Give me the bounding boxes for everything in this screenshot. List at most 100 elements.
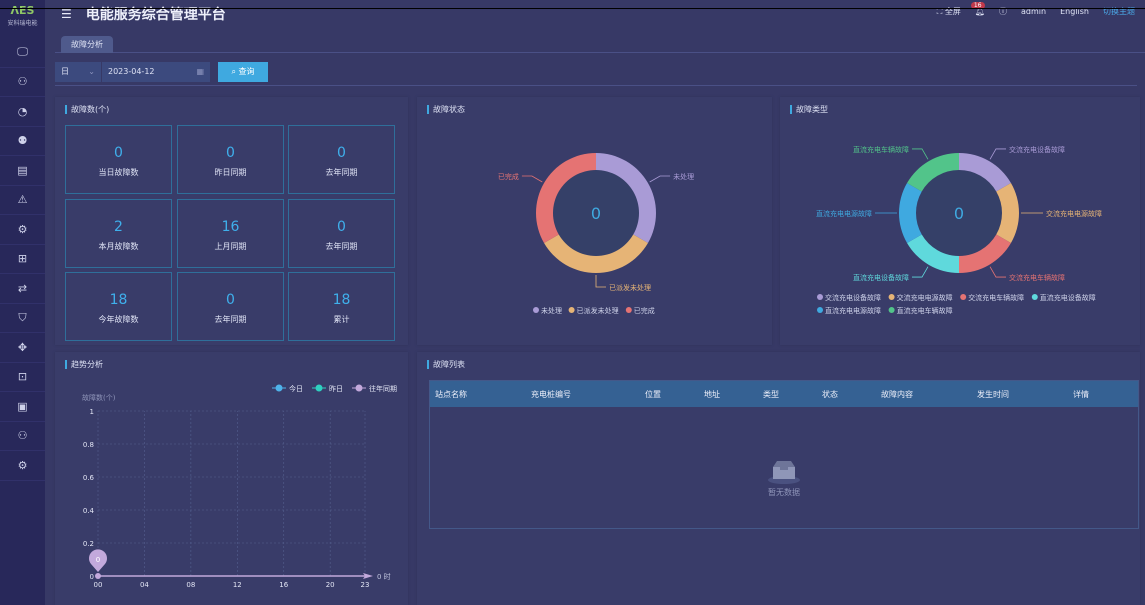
column-header[interactable]: 故障内容	[876, 389, 972, 400]
legend-item[interactable]: 直流充电电源故障	[817, 306, 881, 315]
users-icon[interactable]: ⚉	[0, 127, 45, 156]
empty-state: 暂无数据	[430, 459, 1138, 498]
empty-box-icon	[768, 461, 800, 484]
stat-label: 累计	[333, 315, 350, 324]
x-tick-label: 16	[279, 581, 288, 589]
legend-item[interactable]: 交流充电设备故障	[817, 293, 881, 302]
x-tick-label: 00	[94, 581, 103, 589]
network-icon[interactable]: ⚇	[0, 68, 45, 97]
stat-value: 18	[109, 292, 128, 308]
legend-dot	[960, 294, 967, 300]
legend-dot	[817, 294, 823, 300]
logo-text: 安科瑞电能	[7, 20, 38, 27]
x-tick-label: 20	[326, 581, 335, 589]
column-header[interactable]: 位置	[640, 389, 699, 400]
stat-label: 本月故障数	[98, 242, 139, 251]
legend-dot	[1031, 294, 1038, 300]
stat-label: 当日故障数	[98, 168, 139, 177]
column-header[interactable]: 发生时间	[972, 389, 1068, 400]
label-line	[912, 266, 929, 278]
date-picker[interactable]: 2023-04-12 ▦	[102, 62, 210, 82]
header: ☰ 电能服务综合管理平台 ⛶ 全屏 🔔︎ 16 ⓘ admin English 切…	[45, 0, 1145, 28]
settings-icon[interactable]: ⚙︎	[0, 451, 45, 481]
label-line	[649, 175, 671, 183]
gift-icon[interactable]: ⊞	[0, 245, 45, 274]
column-header[interactable]: 状态	[817, 389, 876, 400]
warning-icon[interactable]: ⚠︎	[0, 186, 45, 215]
label-line	[521, 175, 543, 183]
y-tick-label: 0.8	[83, 441, 94, 449]
legend-label: 昨日	[329, 384, 343, 393]
stat-label: 上月同期	[214, 242, 247, 251]
legend-item[interactable]: 交流充电车辆故障	[960, 293, 1024, 302]
stat-card: 0 去年同期	[177, 272, 284, 341]
topology-icon[interactable]: ⚇	[0, 422, 45, 451]
legend-item[interactable]: 交流充电电源故障	[888, 293, 953, 302]
center-value: 0	[591, 204, 601, 223]
pie-chart-icon[interactable]: ◔	[0, 97, 45, 127]
legend-item[interactable]: 直流充电车辆故障	[888, 306, 953, 315]
legend-label: 交流充电车辆故障	[968, 293, 1024, 302]
slice-label: 直流充电车辆故障	[853, 145, 909, 154]
slice-label: 已完成	[498, 172, 519, 181]
legend-label: 往年同期	[369, 384, 397, 393]
shield-icon[interactable]: ⛉	[0, 304, 45, 333]
query-button[interactable]: ⌕ 查询	[218, 62, 268, 82]
stat-label: 昨日同期	[214, 168, 247, 177]
legend-label: 交流充电设备故障	[825, 293, 881, 302]
fault-count-panel: 故障数(个) 0 当日故障数 0 昨日同期 0 去年同期 2 本月故障数 16 上月同期 0 去年同期…	[55, 97, 408, 345]
column-header[interactable]: 详情	[1068, 389, 1128, 400]
stat-card: 0 昨日同期	[177, 125, 284, 194]
y-tick-label: 0	[90, 573, 94, 581]
search-icon: ⌕	[231, 67, 236, 76]
stat-value: 18	[332, 292, 351, 308]
fault-list-panel: 故障列表 站点名称 充电桩编号 位置 地址 类型 状态 故障内容 发生时间 详情 暂无数据	[417, 352, 1140, 605]
label-line	[912, 148, 929, 160]
label-line	[595, 275, 606, 288]
stat-value: 0	[337, 145, 346, 161]
legend-dot	[568, 307, 575, 313]
menu-toggle-icon[interactable]: ☰	[61, 7, 72, 21]
logo: ΛES 安科瑞电能	[0, 0, 45, 38]
legend-label: 交流充电电源故障	[897, 293, 953, 302]
chevron-down-icon: ⌄	[88, 67, 95, 76]
meter-icon[interactable]: ⊡	[0, 363, 45, 392]
column-header[interactable]: 地址	[699, 389, 758, 400]
slice-label: 直流充电电源故障	[816, 209, 872, 218]
legend-item[interactable]: 昨日	[312, 384, 343, 393]
legend-label: 直流充电设备故障	[1040, 293, 1096, 302]
stat-value: 0	[337, 219, 346, 235]
slice-label: 直流充电设备故障	[853, 273, 909, 282]
fault-table: 站点名称 充电桩编号 位置 地址 类型 状态 故障内容 发生时间 详情 暂无数据	[429, 380, 1139, 529]
x-tick-label: 08	[186, 581, 195, 589]
legend-item[interactable]: 未处理	[533, 306, 562, 315]
x-tick-label: 12	[233, 581, 242, 589]
transfer-icon[interactable]: ⇄	[0, 274, 45, 304]
legend-label: 直流充电电源故障	[825, 306, 881, 315]
legend-dot	[817, 307, 823, 313]
gear-alert-icon[interactable]: ⚙︎	[0, 215, 45, 245]
legend-item[interactable]: 往年同期	[352, 384, 397, 393]
period-select[interactable]: 日 ⌄	[55, 62, 101, 82]
y-axis-label: 故障数(个)	[82, 393, 116, 402]
stat-label: 去年同期	[325, 242, 358, 251]
legend-item[interactable]: 今日	[272, 384, 303, 393]
column-header[interactable]: 充电桩编号	[526, 389, 640, 400]
tab-fault-analysis[interactable]: 故障分析	[61, 36, 113, 53]
label-line	[989, 266, 1006, 278]
data-point[interactable]	[95, 573, 101, 579]
legend-dot	[533, 307, 539, 313]
legend-dot	[315, 384, 323, 392]
legend-label: 未处理	[541, 306, 562, 315]
server-icon[interactable]: ▣	[0, 392, 45, 422]
column-header[interactable]: 类型	[758, 389, 817, 400]
empty-text: 暂无数据	[768, 488, 800, 497]
legend-item[interactable]: 直流充电设备故障	[1031, 293, 1096, 302]
device-icon[interactable]: ✥	[0, 333, 45, 363]
legend-item[interactable]: 已完成	[625, 306, 655, 315]
monitor-icon[interactable]: 🖵︎	[0, 38, 45, 68]
x-tick-label: 04	[140, 581, 149, 589]
document-icon[interactable]: ▤	[0, 156, 45, 186]
legend-item[interactable]: 已派发未处理	[568, 306, 619, 315]
column-header[interactable]: 站点名称	[430, 389, 526, 400]
